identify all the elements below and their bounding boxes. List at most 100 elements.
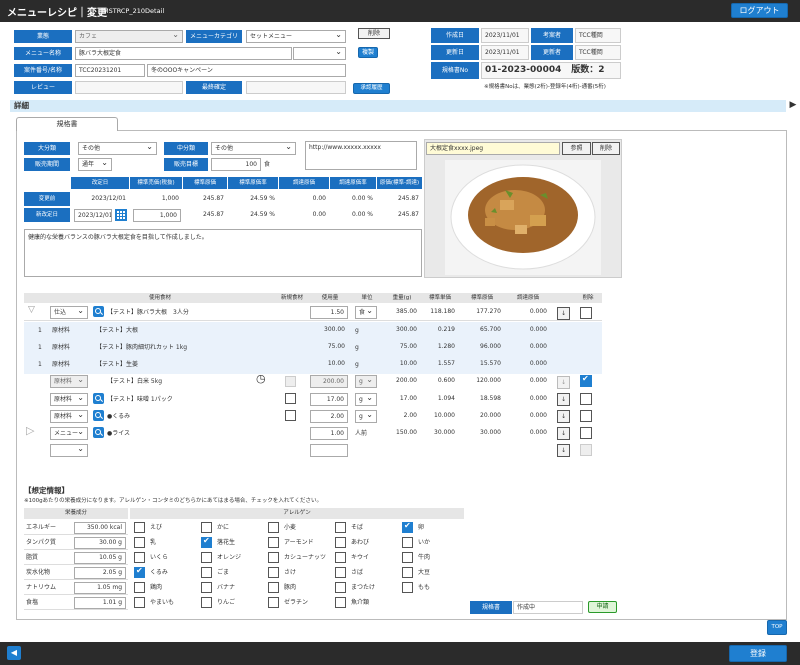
allergen-checkbox[interactable] — [402, 552, 413, 563]
allergen-checkbox[interactable] — [201, 597, 212, 608]
row-expand-icon[interactable]: ▷ — [26, 425, 34, 436]
side-collapse-icon[interactable]: ▶ — [786, 100, 800, 112]
copy-button[interactable]: 複製 — [358, 47, 378, 58]
unit-select[interactable]: g — [355, 393, 377, 406]
new-ingredient-checkbox[interactable] — [285, 393, 296, 404]
nutrition-value-input[interactable]: 1.01 g — [74, 597, 126, 609]
new-ingredient-checkbox[interactable] — [285, 376, 296, 387]
allergen-checkbox[interactable] — [134, 582, 145, 593]
row-type-select[interactable]: 原材料 — [50, 393, 88, 406]
expand-toggle-icon[interactable]: ▽ — [28, 306, 35, 315]
history-icon[interactable]: ◷ — [256, 373, 266, 384]
case-name-input[interactable]: 冬のOOOキャンペーン — [147, 64, 346, 77]
new-price-input[interactable]: 1,000 — [133, 209, 181, 222]
delete-checkbox[interactable] — [580, 307, 592, 319]
allergen-checkbox[interactable] — [268, 582, 279, 593]
revision-date-input[interactable]: 2023/12/01 — [74, 209, 112, 222]
scroll-top-button[interactable]: TOP — [767, 620, 787, 635]
nutrition-value-input[interactable]: 10.05 g — [74, 552, 126, 564]
move-down-button[interactable]: ↓ — [557, 427, 570, 440]
allergen-checkbox[interactable] — [268, 537, 279, 548]
allergen-checkbox[interactable] — [402, 521, 413, 533]
allergen-checkbox[interactable] — [268, 567, 279, 578]
search-icon[interactable] — [93, 427, 104, 438]
tab-spec[interactable]: 規格書 — [16, 117, 118, 131]
move-down-button[interactable]: ↓ — [557, 376, 570, 389]
search-icon[interactable] — [93, 393, 104, 404]
major-class-select[interactable]: その他 — [78, 142, 157, 155]
nutrition-value-input[interactable]: 30.00 g — [74, 537, 126, 549]
allergen-checkbox[interactable] — [201, 522, 212, 533]
quantity-input[interactable]: 2.00 — [310, 410, 348, 423]
allergen-checkbox[interactable] — [335, 567, 346, 578]
unit-select[interactable]: g — [355, 375, 377, 388]
menu-name-select[interactable] — [293, 47, 346, 60]
delete-checkbox[interactable] — [580, 374, 592, 387]
allergen-checkbox[interactable] — [402, 582, 413, 593]
quantity-input[interactable]: 17.00 — [310, 393, 348, 406]
allergen-checkbox[interactable] — [201, 552, 212, 563]
delete-checkbox[interactable] — [580, 444, 592, 456]
move-down-button[interactable]: ↓ — [557, 410, 570, 423]
allergen-checkbox[interactable] — [201, 536, 212, 548]
delete-button[interactable]: 削除 — [358, 28, 390, 39]
apply-button[interactable]: 申請 — [588, 601, 617, 613]
move-down-button[interactable]: ↓ — [557, 307, 570, 320]
case-number-input[interactable]: TCC20231201 — [75, 64, 145, 77]
row-type-select[interactable] — [50, 444, 88, 457]
allergen-checkbox[interactable] — [335, 537, 346, 548]
move-down-button[interactable]: ↓ — [557, 444, 570, 457]
calendar-icon[interactable] — [115, 209, 127, 221]
allergen-checkbox[interactable] — [335, 582, 346, 593]
row-type-select[interactable]: 原材料 — [50, 375, 88, 388]
allergen-checkbox[interactable] — [201, 567, 212, 578]
business-select[interactable]: カフェ — [75, 30, 183, 43]
allergen-checkbox[interactable] — [335, 552, 346, 563]
allergen-checkbox[interactable] — [268, 522, 279, 533]
description-textarea[interactable]: 健康的な栄養バランスの豚バラ大根定食を目指して作成しました。 — [24, 229, 422, 277]
allergen-checkbox[interactable] — [335, 597, 346, 608]
new-ingredient-checkbox[interactable] — [285, 410, 296, 421]
search-icon[interactable] — [93, 306, 104, 317]
url-field[interactable]: http://www.xxxxx.xxxxx — [305, 141, 417, 170]
logout-button[interactable]: ログアウト — [731, 3, 788, 18]
menu-category-select[interactable]: セットメニュー — [246, 30, 346, 43]
mid-class-select[interactable]: その他 — [211, 142, 296, 155]
quantity-input[interactable]: 1.50 — [310, 306, 348, 319]
register-button[interactable]: 登録 — [729, 645, 787, 662]
delete-checkbox[interactable] — [580, 410, 592, 422]
browse-button[interactable]: 参照 — [562, 142, 591, 155]
delete-checkbox[interactable] — [580, 427, 592, 439]
nutrition-value-input[interactable]: 2.05 g — [74, 567, 126, 579]
target-input[interactable]: 100 — [211, 158, 261, 171]
search-icon[interactable] — [93, 410, 104, 421]
allergen-checkbox[interactable] — [268, 552, 279, 563]
image-delete-button[interactable]: 削除 — [592, 142, 620, 155]
allergen-checkbox[interactable] — [134, 566, 145, 578]
move-down-button[interactable]: ↓ — [557, 393, 570, 406]
row-type-select[interactable]: 仕込 — [50, 306, 88, 319]
period-select[interactable]: 通年 — [78, 158, 112, 171]
quantity-input[interactable]: 200.00 — [310, 375, 348, 388]
allergen-checkbox[interactable] — [134, 522, 145, 533]
delete-checkbox[interactable] — [580, 393, 592, 405]
unit-select[interactable]: 食 — [355, 306, 377, 319]
row-type-select[interactable]: 原材料 — [50, 410, 88, 423]
approval-history-button[interactable]: 承認履歴 — [353, 83, 390, 94]
menu-name-input[interactable]: 豚バラ大根定食 — [75, 47, 292, 60]
allergen-checkbox[interactable] — [201, 582, 212, 593]
allergen-checkbox[interactable] — [134, 552, 145, 563]
nutrition-value-input[interactable]: 350.00 kcal — [74, 522, 126, 534]
nutrition-value-input[interactable]: 1.05 mg — [74, 582, 126, 594]
row-type-select[interactable]: メニュー — [50, 427, 88, 440]
allergen-checkbox[interactable] — [402, 537, 413, 548]
image-file-input[interactable]: 大根定食xxxx.jpeg — [426, 142, 560, 155]
allergen-checkbox[interactable] — [134, 537, 145, 548]
back-arrow-icon[interactable]: ◀ — [7, 646, 21, 660]
quantity-input[interactable] — [310, 444, 348, 457]
unit-select[interactable]: g — [355, 410, 377, 423]
allergen-checkbox[interactable] — [134, 597, 145, 608]
allergen-checkbox[interactable] — [268, 597, 279, 608]
quantity-input[interactable]: 1.00 — [310, 427, 348, 440]
allergen-checkbox[interactable] — [335, 522, 346, 533]
